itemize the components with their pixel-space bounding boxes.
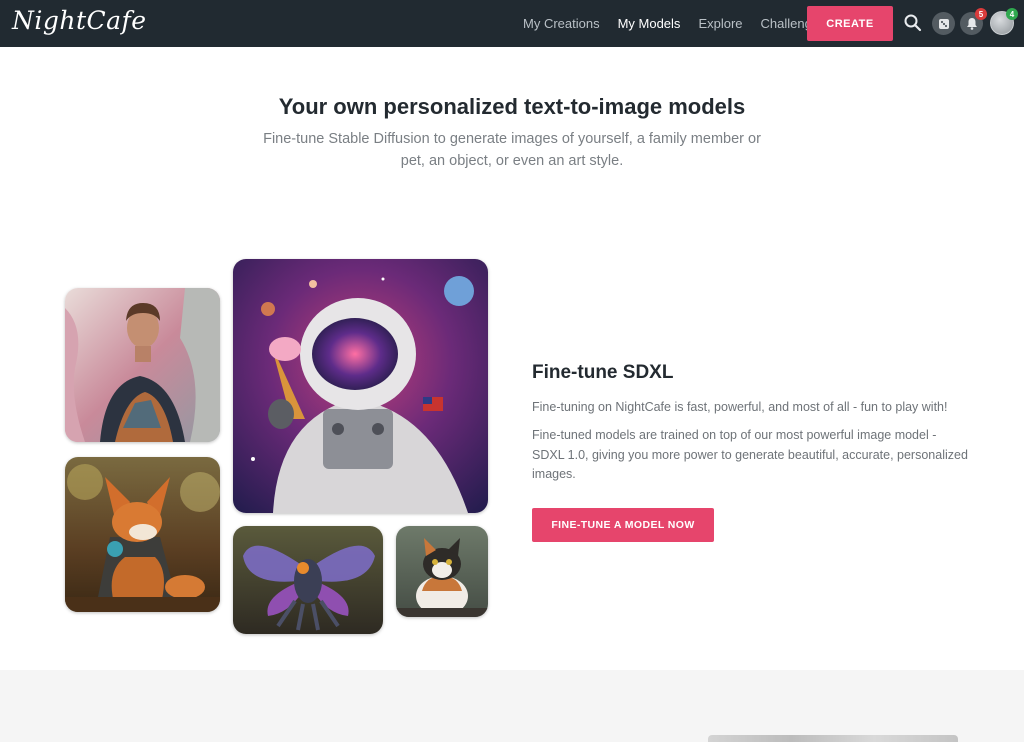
- page-subtitle: Fine-tune Stable Diffusion to generate i…: [263, 131, 761, 169]
- top-navbar: NightCafe My Creations My Models Explore…: [0, 0, 1024, 47]
- search-icon[interactable]: [903, 13, 923, 33]
- nav-link-my-creations[interactable]: My Creations: [523, 16, 600, 31]
- random-dice-button[interactable]: [932, 12, 955, 35]
- feature-description-2: Fine-tuned models are trained on top of …: [532, 428, 968, 481]
- feature-description-1: Fine-tuning on NightCafe is fast, powerf…: [532, 400, 948, 414]
- nav-link-my-models[interactable]: My Models: [618, 16, 681, 31]
- dice-icon: [938, 18, 949, 29]
- create-button[interactable]: CREATE: [807, 6, 893, 41]
- notifications-badge: 5: [975, 8, 987, 20]
- profile-badge: 4: [1006, 8, 1018, 20]
- nav-link-explore[interactable]: Explore: [698, 16, 742, 31]
- next-section-band: [0, 670, 1024, 742]
- next-section-image-peek: [708, 735, 958, 742]
- notifications-button[interactable]: 5: [960, 8, 987, 35]
- nav-links: My Creations My Models Explore Challenge…: [514, 0, 835, 47]
- page-title: Your own personalized text-to-image mode…: [278, 94, 746, 119]
- fine-tune-model-button[interactable]: FINE-TUNE A MODEL NOW: [532, 508, 714, 542]
- sample-image-fox-robot: [65, 457, 220, 612]
- feature-title: Fine-tune SDXL: [532, 362, 674, 383]
- sample-image-astronaut-ice-cream: [233, 259, 488, 513]
- sample-image-robot-butterfly: [233, 526, 383, 634]
- nightcafe-logo[interactable]: NightCafe: [12, 6, 147, 35]
- avatar[interactable]: 4: [990, 8, 1018, 35]
- bell-icon: [966, 18, 977, 30]
- sample-image-man-armor: [65, 288, 220, 442]
- sample-image-kitten: [396, 526, 488, 617]
